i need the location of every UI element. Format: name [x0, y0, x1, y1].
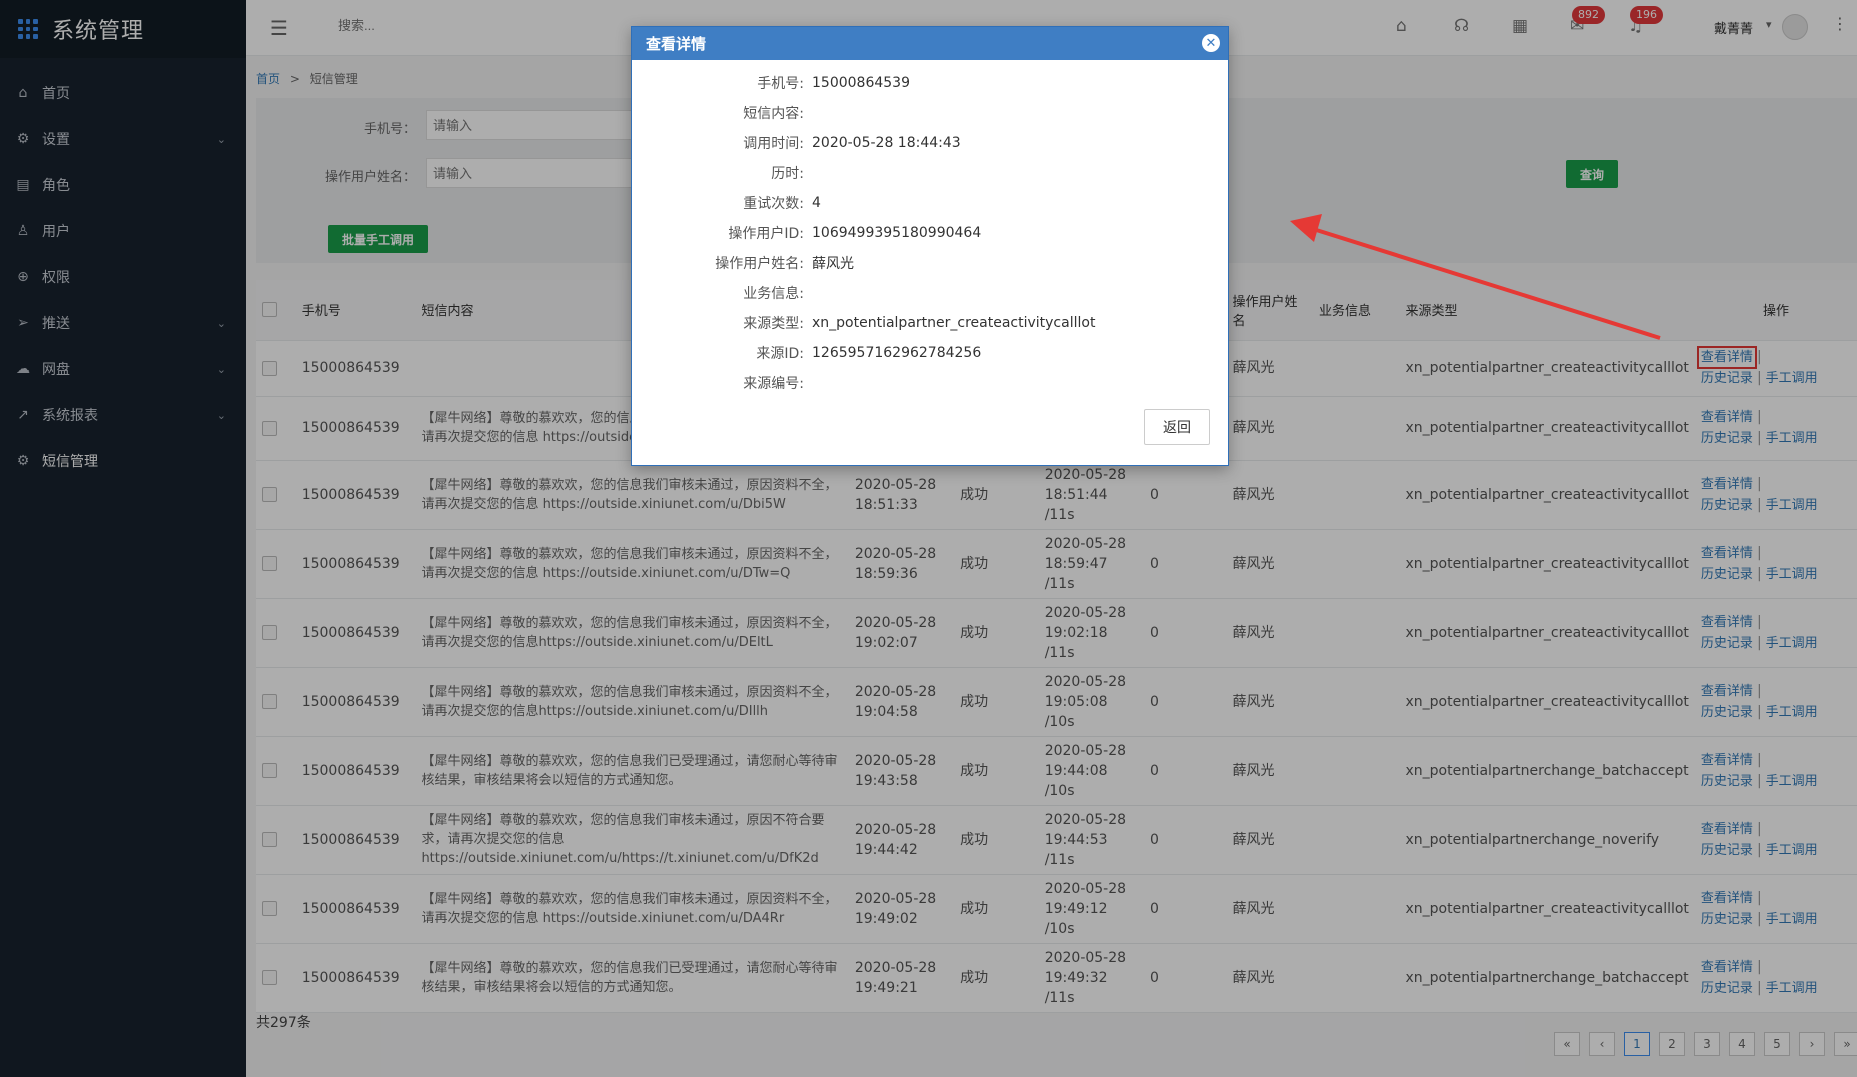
detail-row: 来源类型: xn_potentialpartner_createactivityc… [632, 308, 1228, 338]
detail-label: 重试次数: [743, 196, 804, 212]
detail-value: 15000864539 [812, 75, 910, 91]
detail-value: xn_potentialpartner_createactivitycalllo… [812, 315, 1096, 331]
detail-label: 来源ID: [756, 346, 804, 362]
dialog-header: 查看详情 ✕ [632, 27, 1228, 60]
detail-row: 手机号: 15000864539 [632, 68, 1228, 98]
detail-row: 历时: [632, 158, 1228, 188]
detail-value: 1265957162962784256 [812, 345, 982, 361]
detail-row: 业务信息: [632, 278, 1228, 308]
detail-dialog: 查看详情 ✕ 手机号: 15000864539 短信内容: 调用时间: 2020-05-… [631, 26, 1229, 466]
detail-row: 重试次数: 4 [632, 188, 1228, 218]
detail-fields: 手机号: 15000864539 短信内容: 调用时间: 2020-05-28 18:4… [632, 60, 1228, 398]
detail-row: 调用时间: 2020-05-28 18:44:43 [632, 128, 1228, 158]
detail-row: 短信内容: [632, 98, 1228, 128]
dialog-title: 查看详情 [646, 35, 707, 53]
detail-row: 操作用户ID: 1069499395180990464 [632, 218, 1228, 248]
detail-row: 来源ID: 1265957162962784256 [632, 338, 1228, 368]
detail-label: 手机号: [757, 76, 804, 92]
detail-value: 2020-05-28 18:44:43 [812, 135, 961, 151]
detail-value: 1069499395180990464 [812, 225, 982, 241]
detail-label: 调用时间: [743, 136, 804, 152]
detail-value: 薛风光 [812, 256, 854, 272]
back-button[interactable]: 返回 [1144, 409, 1210, 445]
detail-label: 来源编号: [743, 376, 804, 392]
detail-value: 4 [812, 195, 821, 211]
detail-label: 操作用户姓名: [715, 256, 804, 272]
close-icon[interactable]: ✕ [1202, 34, 1220, 52]
detail-label: 业务信息: [743, 286, 804, 302]
detail-label: 操作用户ID: [728, 226, 804, 242]
detail-row: 来源编号: [632, 368, 1228, 398]
detail-row: 操作用户姓名: 薛风光 [632, 248, 1228, 278]
detail-label: 来源类型: [743, 316, 804, 332]
detail-label: 历时: [771, 166, 804, 182]
detail-label: 短信内容: [743, 106, 804, 122]
